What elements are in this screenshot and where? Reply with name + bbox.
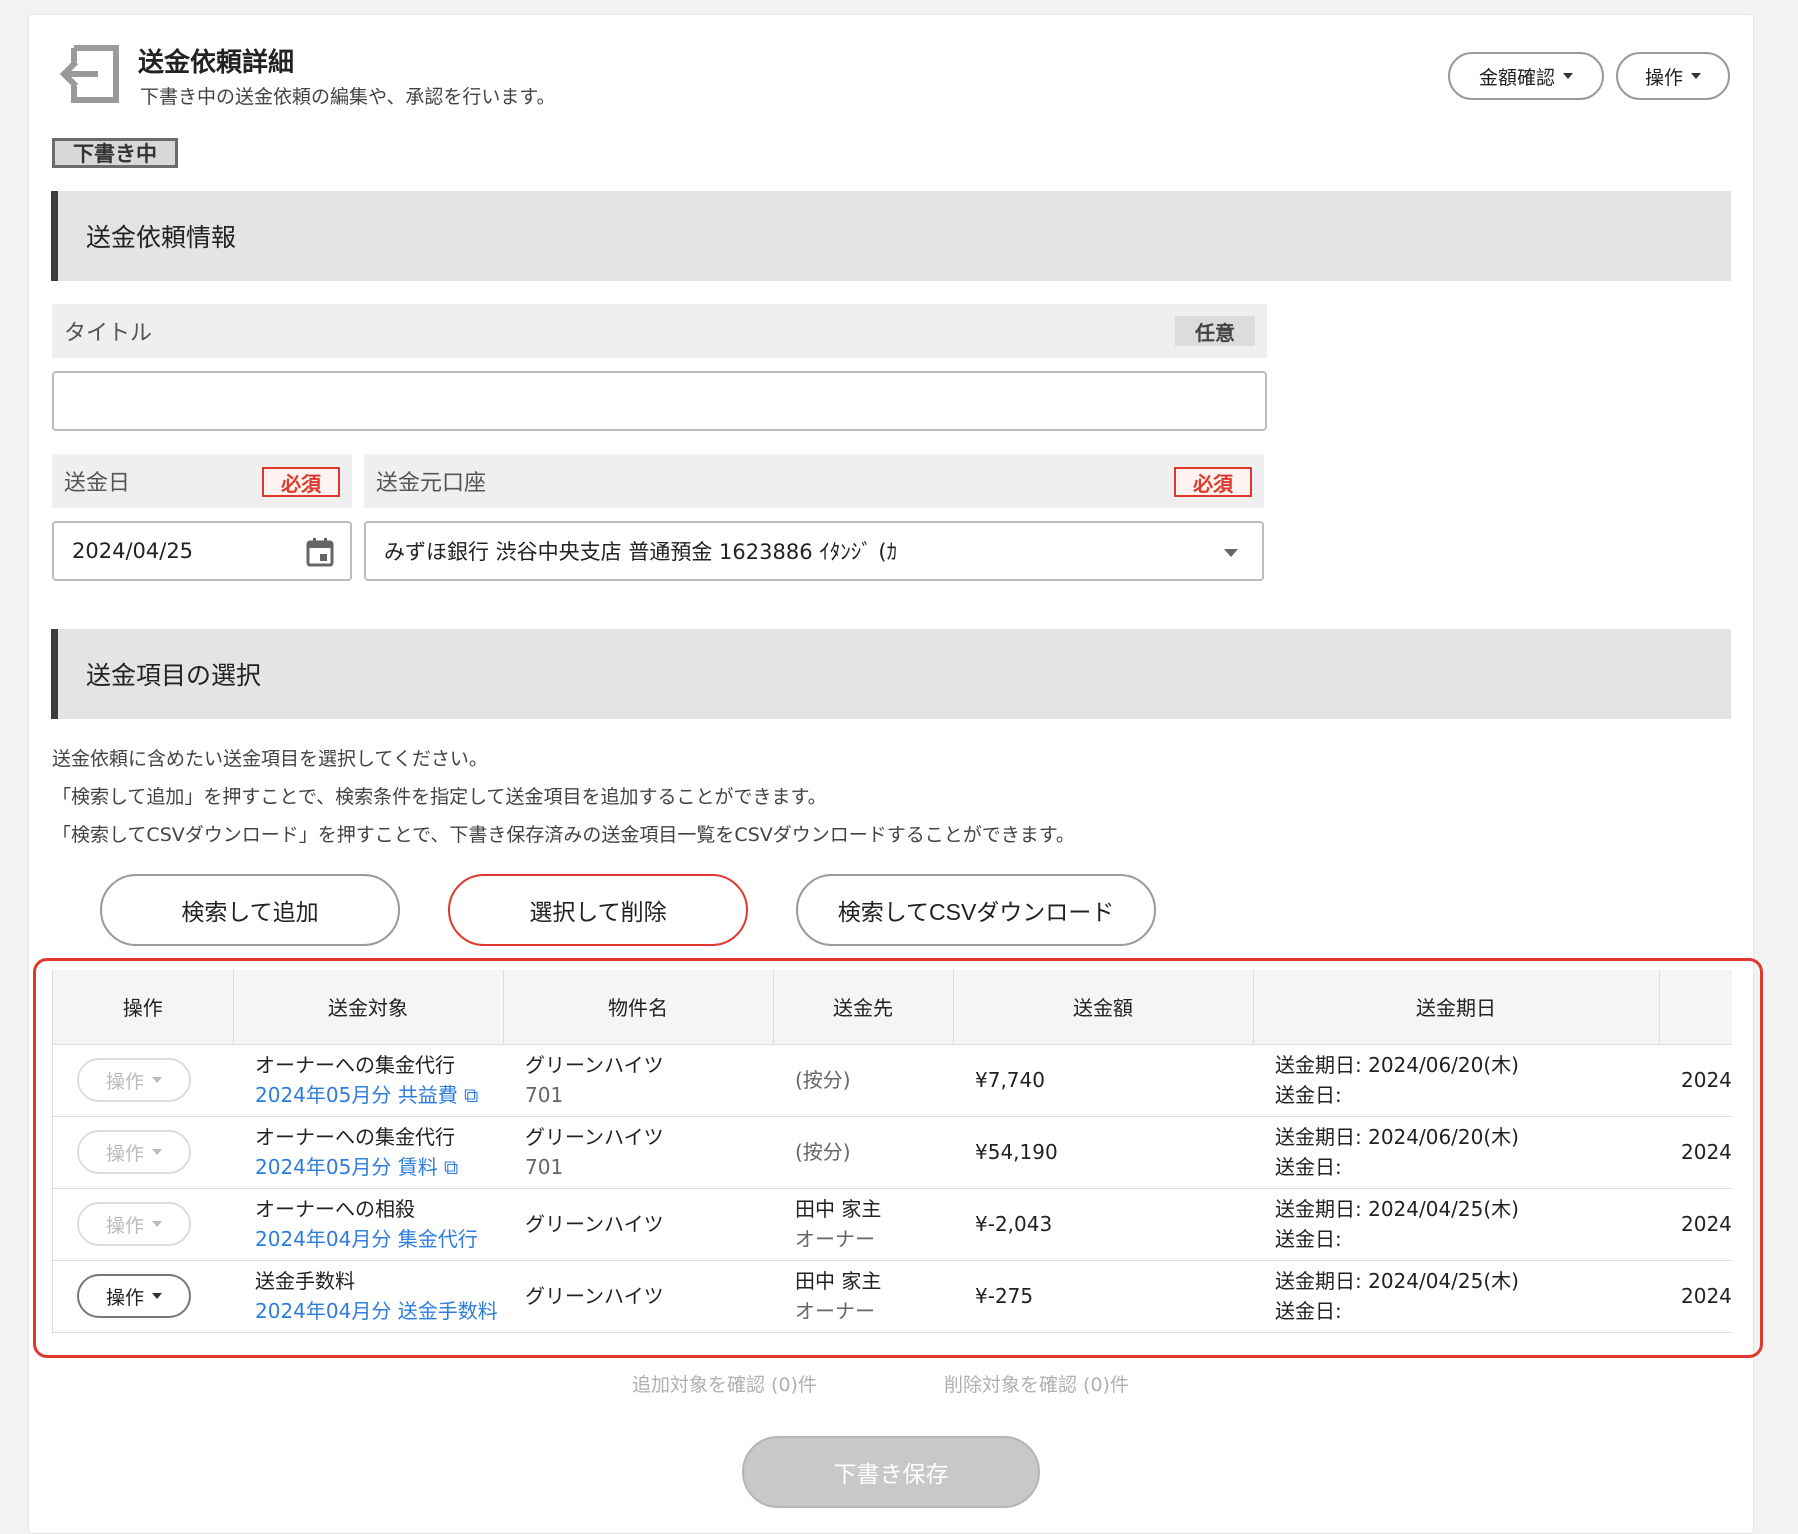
col-header-extra [1659, 970, 1732, 1045]
page-subtitle: 下書き中の送金依頼の編集や、承認を行います。 [140, 86, 556, 108]
row-op-button[interactable]: 操作 [77, 1130, 191, 1174]
row-dest: (按分) [795, 1140, 851, 1164]
row-op-label: 操作 [105, 1142, 144, 1165]
select-delete-button[interactable]: 選択して削除 [448, 874, 748, 946]
col-header-property: 物件名 [503, 970, 774, 1045]
chevron-down-icon [152, 1221, 162, 1227]
col-header-due: 送金期日 [1253, 970, 1660, 1045]
row-extra: 2024 [1681, 1212, 1732, 1236]
account-select[interactable]: みずほ銀行 渋谷中央支店 普通預金 1623886 ｲﾀﾝｼﾞ (ｶ [364, 521, 1264, 581]
search-csv-button[interactable]: 検索してCSVダウンロード [796, 874, 1156, 946]
table-row: 操作 送金手数料 2024年04月分 送金手数料 グリーンハイツ 田中 家主オーナ… [53, 1260, 1732, 1333]
chevron-down-icon [152, 1077, 162, 1083]
status-badge: 下書き中 [52, 138, 178, 168]
col-header-target: 送金対象 [233, 970, 504, 1045]
chevron-down-icon [1691, 73, 1701, 79]
actions-button[interactable]: 操作 [1616, 52, 1730, 100]
items-table: 操作 送金対象 物件名 送金先 送金額 送金期日 操作 オーナーへの集金代行 20… [53, 970, 1732, 1333]
row-op-label: 操作 [105, 1214, 144, 1237]
row-due-sub: 送金日: [1275, 1227, 1342, 1251]
table-row: 操作 オーナーへの集金代行 2024年05月分 共益費 ⧉ グリーンハイツ 701 … [53, 1044, 1732, 1117]
search-add-button[interactable]: 検索して追加 [100, 874, 400, 946]
row-due-sub: 送金日: [1275, 1155, 1342, 1179]
row-amount: ¥-2,043 [975, 1212, 1053, 1236]
row-dest: (按分) [795, 1068, 851, 1092]
row-property-sub: 701 [525, 1083, 564, 1107]
col-header-dest: 送金先 [773, 970, 954, 1045]
row-due-sub: 送金日: [1275, 1299, 1342, 1323]
title-label: タイトル [64, 321, 153, 346]
account-label: 送金元口座 [376, 471, 487, 496]
row-dest-sub: オーナー [795, 1299, 875, 1323]
row-due: 送金期日: 2024/06/20(木) [1275, 1053, 1519, 1077]
date-input[interactable]: 2024/04/25 [52, 521, 352, 581]
section-header-items: 送金項目の選択 [51, 629, 1731, 719]
row-due: 送金期日: 2024/04/25(木) [1275, 1269, 1519, 1293]
col-header-op: 操作 [53, 970, 234, 1045]
row-amount: ¥-275 [975, 1284, 1034, 1308]
row-due: 送金期日: 2024/04/25(木) [1275, 1197, 1519, 1221]
back-icon[interactable] [60, 42, 120, 106]
row-extra: 2024 [1681, 1068, 1732, 1092]
row-property: グリーンハイツ [525, 1284, 664, 1308]
row-target: 送金手数料 [255, 1269, 355, 1293]
title-label-row: タイトル 任意 [52, 304, 1267, 358]
table-row: 操作 オーナーへの相殺 2024年04月分 集金代行 グリーンハイツ 田中 家主オ… [53, 1188, 1732, 1261]
row-amount: ¥54,190 [975, 1140, 1058, 1164]
amount-check-button[interactable]: 金額確認 [1448, 52, 1604, 100]
row-op-label: 操作 [105, 1286, 144, 1309]
row-dest-sub: オーナー [795, 1227, 875, 1251]
account-label-row: 送金元口座 必須 [364, 454, 1264, 508]
required-badge: 必須 [262, 467, 340, 497]
row-target-link[interactable]: 2024年04月分 送金手数料 [255, 1296, 503, 1326]
chevron-down-icon [1563, 73, 1573, 79]
row-property: グリーンハイツ [525, 1053, 664, 1077]
amount-check-label: 金額確認 [1478, 66, 1555, 89]
calendar-icon[interactable] [306, 537, 334, 567]
actions-label: 操作 [1644, 66, 1683, 89]
confirm-add-link[interactable]: 追加対象を確認 (0)件 [632, 1370, 817, 1397]
row-target: オーナーへの相殺 [255, 1197, 415, 1221]
date-label-row: 送金日 必須 [52, 454, 352, 508]
required-badge: 必須 [1174, 467, 1252, 497]
row-target: オーナーへの集金代行 [255, 1053, 455, 1077]
page-title: 送金依頼詳細 [138, 48, 295, 78]
row-op-button[interactable]: 操作 [77, 1058, 191, 1102]
col-header-amount: 送金額 [953, 970, 1254, 1045]
row-due: 送金期日: 2024/06/20(木) [1275, 1125, 1519, 1149]
save-draft-button[interactable]: 下書き保存 [742, 1436, 1040, 1508]
row-due-sub: 送金日: [1275, 1083, 1342, 1107]
row-target-link[interactable]: 2024年05月分 賃料 ⧉ [255, 1152, 503, 1182]
confirm-delete-link[interactable]: 削除対象を確認 (0)件 [944, 1370, 1129, 1397]
date-value: 2024/04/25 [72, 539, 194, 563]
row-op-button[interactable]: 操作 [77, 1274, 191, 1318]
row-target: オーナーへの集金代行 [255, 1125, 455, 1149]
table-header-row: 操作 送金対象 物件名 送金先 送金額 送金期日 [53, 970, 1732, 1045]
row-dest: 田中 家主 [795, 1197, 882, 1221]
row-target-link[interactable]: 2024年04月分 集金代行 [255, 1224, 503, 1254]
row-dest: 田中 家主 [795, 1269, 882, 1293]
chevron-down-icon [152, 1293, 162, 1299]
row-extra: 2024 [1681, 1140, 1732, 1164]
row-property-sub: 701 [525, 1155, 564, 1179]
row-op-button[interactable]: 操作 [77, 1202, 191, 1246]
items-desc-3: 「検索してCSVダウンロード」を押すことで、下書き保存済みの送金項目一覧をCSV… [52, 824, 1075, 846]
chevron-down-icon [152, 1149, 162, 1155]
items-desc-1: 送金依頼に含めたい送金項目を選択してください。 [52, 748, 488, 770]
account-value: みずほ銀行 渋谷中央支店 普通預金 1623886 ｲﾀﾝｼﾞ (ｶ [384, 540, 898, 564]
row-amount: ¥7,740 [975, 1068, 1045, 1092]
row-property: グリーンハイツ [525, 1125, 664, 1149]
items-table-wrap[interactable]: 操作 送金対象 物件名 送金先 送金額 送金期日 操作 オーナーへの集金代行 20… [52, 970, 1732, 1334]
date-label: 送金日 [64, 471, 131, 496]
title-input[interactable] [52, 371, 1267, 431]
row-property: グリーンハイツ [525, 1212, 664, 1236]
table-row: 操作 オーナーへの集金代行 2024年05月分 賃料 ⧉ グリーンハイツ 701 (… [53, 1116, 1732, 1189]
items-desc-2: 「検索して追加」を押すことで、検索条件を指定して送金項目を追加することができます… [52, 786, 827, 808]
row-extra: 2024 [1681, 1284, 1732, 1308]
optional-badge: 任意 [1175, 316, 1255, 346]
row-target-link[interactable]: 2024年05月分 共益費 ⧉ [255, 1080, 503, 1110]
chevron-down-icon [1224, 549, 1238, 557]
row-op-label: 操作 [105, 1070, 144, 1093]
section-header-info: 送金依頼情報 [51, 191, 1731, 281]
